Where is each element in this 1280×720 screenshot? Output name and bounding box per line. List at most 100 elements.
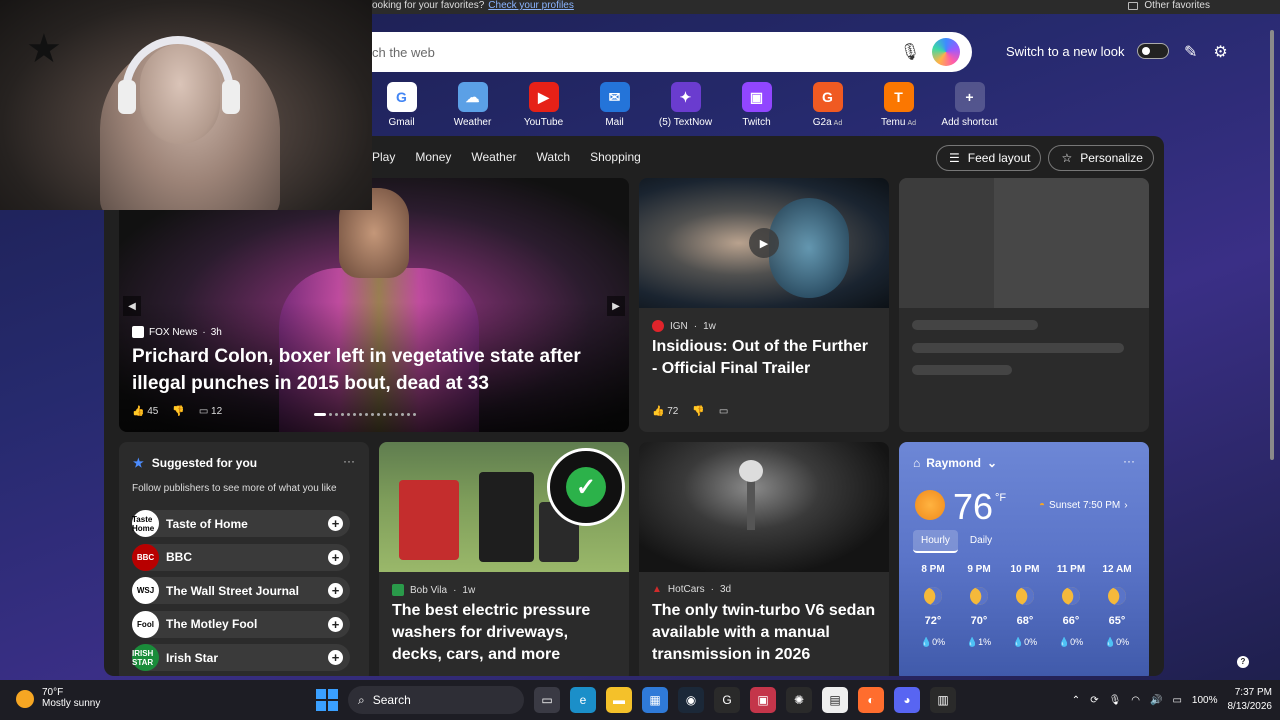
help-icon[interactable]: ? bbox=[1237, 656, 1249, 668]
more-options-icon[interactable]: ··· bbox=[343, 454, 355, 468]
play-icon[interactable]: ▶ bbox=[749, 228, 779, 258]
shortcut-5-textnow[interactable]: ✦ (5) TextNow bbox=[650, 82, 721, 128]
microphone-icon[interactable]: 🎙 bbox=[1109, 695, 1122, 706]
store-icon[interactable]: ▦ bbox=[642, 687, 668, 713]
shortcut-g2a[interactable]: G G2a Ad bbox=[792, 82, 863, 128]
follow-plus-icon[interactable]: + bbox=[328, 583, 343, 598]
task-view-icon[interactable]: ▭ bbox=[534, 687, 560, 713]
hotcars-card[interactable]: ▲ HotCars · 3d The only twin-turbo V6 seda… bbox=[639, 442, 889, 676]
dislike-icon[interactable]: 👎 bbox=[692, 406, 704, 417]
check-profiles-link[interactable]: Check your profiles bbox=[488, 0, 574, 11]
wifi-icon[interactable]: ◠ bbox=[1131, 695, 1140, 706]
weather-location[interactable]: ⌂ Raymond ⌄ bbox=[913, 456, 997, 470]
tab-hourly[interactable]: Hourly bbox=[913, 530, 958, 553]
copilot-icon[interactable] bbox=[932, 38, 960, 66]
gear-icon[interactable]: ⚙ bbox=[1213, 42, 1227, 62]
carousel-prev-button[interactable]: ◀ bbox=[123, 296, 141, 316]
web-search-bar[interactable]: ch the web 🎙 bbox=[372, 32, 972, 72]
app-g-icon[interactable]: G bbox=[714, 687, 740, 713]
ign-card[interactable]: ▶ IGN · 1w Insidious: Out of the Further -… bbox=[639, 178, 889, 432]
carousel-next-button[interactable]: ▶ bbox=[607, 296, 625, 316]
feed-layout-button[interactable]: ☰ Feed layout bbox=[936, 145, 1042, 171]
follow-plus-icon[interactable]: + bbox=[328, 549, 343, 565]
microphone-icon[interactable]: 🎙 bbox=[898, 40, 922, 64]
sunset-info[interactable]: ◓ Sunset 7:50 PM › bbox=[1039, 500, 1128, 511]
carousel-dot[interactable] bbox=[407, 413, 410, 416]
new-look-toggle[interactable] bbox=[1136, 43, 1169, 59]
windows-start-icon[interactable] bbox=[316, 689, 338, 711]
clock[interactable]: 7:37 PM 8/13/2026 bbox=[1228, 686, 1273, 714]
carousel-dot[interactable] bbox=[377, 413, 380, 416]
weather-card[interactable]: ⌂ Raymond ⌄ ··· 76 °F ◓ Sunset 7:50 PM › Hou… bbox=[899, 442, 1149, 676]
carousel-dot[interactable] bbox=[401, 413, 404, 416]
ign-headline[interactable]: Insidious: Out of the Further - Official… bbox=[652, 336, 877, 380]
like-button[interactable]: 👍 72 bbox=[652, 406, 678, 417]
topic-play[interactable]: Play bbox=[372, 150, 395, 164]
edge-icon[interactable]: e bbox=[570, 687, 596, 713]
carousel-dot[interactable] bbox=[395, 413, 398, 416]
roblox-icon[interactable]: ▣ bbox=[750, 687, 776, 713]
carousel-dot[interactable] bbox=[359, 413, 362, 416]
bobvila-card[interactable]: ✓ Bob Vila · 1w The best electric pressure… bbox=[379, 442, 629, 676]
page-scrollbar[interactable] bbox=[1270, 30, 1274, 460]
shortcut-temu[interactable]: T Temu Ad bbox=[863, 82, 934, 128]
search-input[interactable]: ch the web bbox=[372, 45, 898, 60]
topic-shopping[interactable]: Shopping bbox=[590, 150, 641, 164]
comment-icon[interactable]: ▭ bbox=[719, 406, 728, 417]
file-explorer-icon[interactable]: ▬ bbox=[606, 687, 632, 713]
personalize-button[interactable]: ☆ Personalize bbox=[1048, 145, 1154, 171]
carousel-dot[interactable] bbox=[365, 413, 368, 416]
carousel-dot[interactable] bbox=[329, 413, 332, 416]
hotcars-headline[interactable]: The only twin-turbo V6 sedan available w… bbox=[652, 600, 882, 666]
dislike-icon[interactable]: 👎 bbox=[172, 406, 184, 417]
carousel-dot[interactable] bbox=[389, 413, 392, 416]
news-app-icon[interactable]: ▤ bbox=[822, 687, 848, 713]
carousel-dot[interactable] bbox=[341, 413, 344, 416]
speaker-icon[interactable]: 🔊 bbox=[1150, 695, 1162, 706]
comment-button[interactable]: ▭ 12 bbox=[199, 406, 222, 417]
publisher-row[interactable]: Taste Home Taste of Home + bbox=[132, 510, 350, 537]
tab-daily[interactable]: Daily bbox=[962, 530, 1000, 553]
like-button[interactable]: 👍 45 bbox=[132, 406, 158, 417]
carousel-dot[interactable] bbox=[413, 413, 416, 416]
topic-money[interactable]: Money bbox=[415, 150, 451, 164]
shortcut-youtube[interactable]: ▶ YouTube bbox=[508, 82, 579, 128]
publisher-row[interactable]: BBC BBC + bbox=[132, 543, 350, 571]
firefox-icon[interactable]: ◐ bbox=[858, 687, 884, 713]
shortcut-twitch[interactable]: ▣ Twitch bbox=[721, 82, 792, 128]
bluestacks-icon[interactable]: ▥ bbox=[930, 687, 956, 713]
carousel-dot[interactable] bbox=[383, 413, 386, 416]
follow-plus-icon[interactable]: + bbox=[328, 650, 343, 665]
publisher-row[interactable]: WSJ The Wall Street Journal + bbox=[132, 577, 350, 604]
steam-icon[interactable]: ◉ bbox=[678, 687, 704, 713]
follow-plus-icon[interactable]: + bbox=[328, 616, 343, 632]
carousel-dot[interactable] bbox=[314, 413, 326, 416]
shortcut-mail[interactable]: ✉ Mail bbox=[579, 82, 650, 128]
topic-watch[interactable]: Watch bbox=[537, 150, 571, 164]
bobvila-headline[interactable]: The best electric pressure washers for d… bbox=[392, 600, 622, 666]
shortcut-add-shortcut[interactable]: + Add shortcut bbox=[934, 82, 1005, 128]
sync-icon[interactable]: ⟳ bbox=[1090, 695, 1098, 706]
publisher-row[interactable]: IRISH STAR Irish Star + bbox=[132, 644, 350, 671]
chevron-up-icon[interactable]: ⌃ bbox=[1072, 695, 1080, 706]
carousel-dot[interactable] bbox=[335, 413, 338, 416]
taskbar-search[interactable]: ⌕ Search bbox=[348, 686, 524, 714]
shortcut-gmail[interactable]: G Gmail bbox=[366, 82, 437, 128]
more-options-icon[interactable]: ··· bbox=[1123, 454, 1135, 468]
other-favorites[interactable]: Other favorites bbox=[1128, 0, 1210, 11]
carousel-dot[interactable] bbox=[353, 413, 356, 416]
carousel-dots[interactable] bbox=[314, 413, 416, 416]
temperature-unit[interactable]: °F bbox=[995, 492, 1006, 504]
topic-weather[interactable]: Weather bbox=[471, 150, 516, 164]
discord-icon[interactable]: ◕ bbox=[894, 687, 920, 713]
publisher-row[interactable]: Fool The Motley Fool + bbox=[132, 610, 350, 638]
hero-headline[interactable]: Prichard Colon, boxer left in vegetative… bbox=[132, 343, 612, 397]
edit-pencil-icon[interactable]: ✎ bbox=[1184, 42, 1197, 62]
battery-icon[interactable]: ▭ bbox=[1172, 695, 1181, 706]
hero-carousel[interactable]: ◀ ▶ FOX News · 3h Prichard Colon, boxer le… bbox=[119, 178, 629, 432]
chatgpt-icon[interactable]: ✺ bbox=[786, 687, 812, 713]
carousel-dot[interactable] bbox=[347, 413, 350, 416]
carousel-dot[interactable] bbox=[371, 413, 374, 416]
shortcut-weather[interactable]: ☁ Weather bbox=[437, 82, 508, 128]
follow-plus-icon[interactable]: + bbox=[328, 516, 343, 531]
